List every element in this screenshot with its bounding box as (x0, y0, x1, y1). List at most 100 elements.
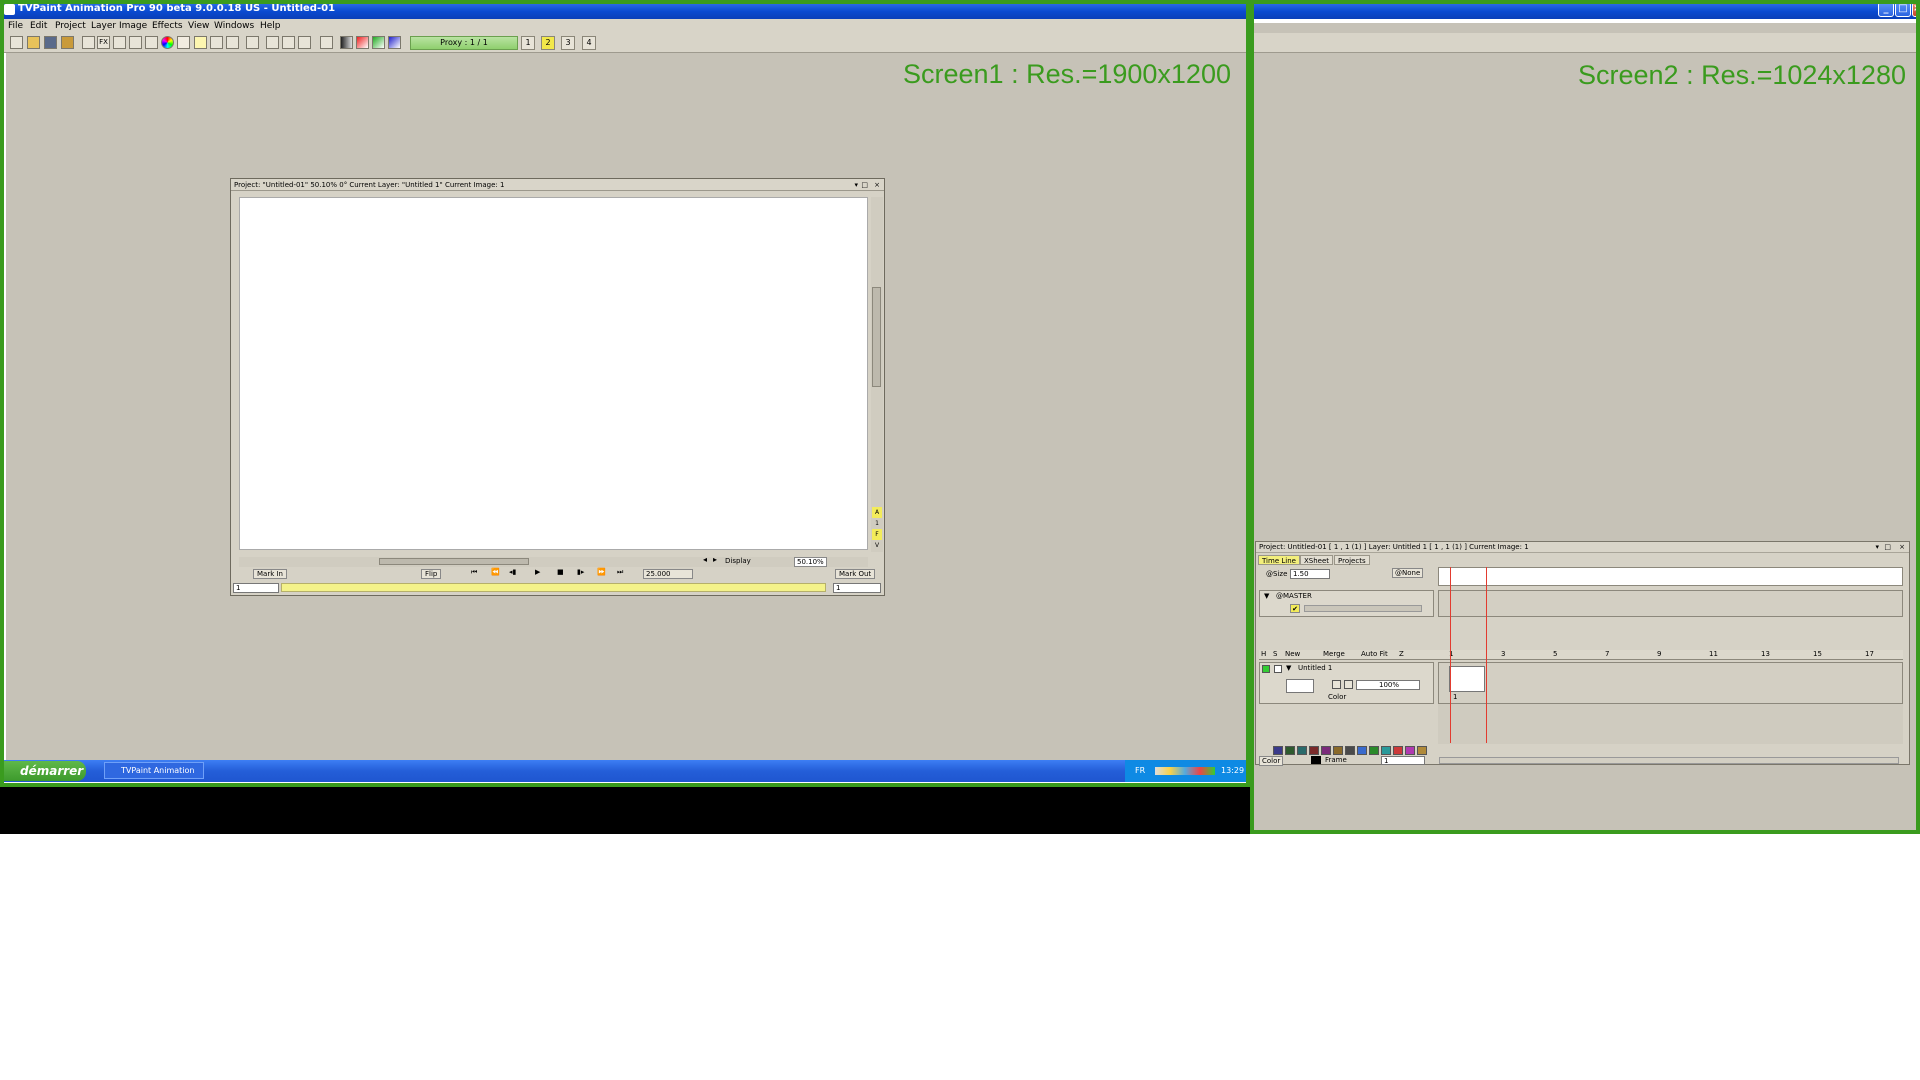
flip-button[interactable]: Flip (421, 569, 442, 579)
start-button[interactable]: démarrer (2, 761, 86, 781)
color-swatch[interactable] (1321, 746, 1331, 755)
page-button-1[interactable]: 1 (521, 36, 535, 50)
header-s[interactable]: S (1273, 650, 1277, 658)
view4-icon[interactable] (320, 36, 333, 49)
drawing-canvas[interactable] (239, 197, 868, 550)
open-icon[interactable] (27, 36, 40, 49)
step-forward-icon[interactable]: ▮▸ (577, 568, 584, 576)
layers-icon[interactable] (145, 36, 158, 49)
view3-icon[interactable] (298, 36, 311, 49)
timeline-close-icon[interactable]: × (1899, 542, 1905, 553)
blue-gradient-icon[interactable] (388, 36, 401, 49)
menu-image[interactable]: Image (119, 21, 147, 31)
vertical-scrollbar[interactable]: A 1 F V (871, 197, 883, 552)
timeline-horizontal-scrollbar[interactable] (1439, 757, 1899, 764)
project-window-close-icon[interactable]: × (874, 179, 880, 191)
side-letter-a[interactable]: A (872, 507, 882, 518)
color-swatch[interactable] (1333, 746, 1343, 755)
light-icon[interactable] (194, 36, 207, 49)
red-gradient-icon[interactable] (356, 36, 369, 49)
color-swatch[interactable] (1369, 746, 1379, 755)
display-dropdown[interactable]: Display (725, 557, 751, 565)
view2-icon[interactable] (282, 36, 295, 49)
tab-time-line[interactable]: Time Line (1258, 555, 1300, 565)
page-button-3[interactable]: 3 (561, 36, 575, 50)
color-swatch[interactable] (1417, 746, 1427, 755)
out-frame-field[interactable]: 1 (833, 583, 881, 593)
fast-forward-icon[interactable]: ⏩ (597, 568, 606, 576)
timeline-window-title[interactable]: Project: Untitled-01 [ 1 , 1 (1) ] Layer… (1256, 542, 1909, 553)
play-button-icon[interactable]: ▶ (535, 568, 540, 576)
layer-expand-icon[interactable]: ▼ (1286, 664, 1291, 672)
rewind-icon[interactable]: ⏪ (491, 568, 500, 576)
taskbar-item-tvpaint[interactable]: TVPaint Animation Pr... (104, 762, 204, 790)
proxy-indicator[interactable]: Proxy : 1 / 1 (410, 36, 518, 50)
master-check-icon[interactable]: ✔ (1290, 604, 1300, 613)
step-back-icon[interactable]: ◂▮ (509, 568, 516, 576)
timeline-range-bar[interactable] (281, 583, 826, 592)
play-icon[interactable] (129, 36, 142, 49)
project-window-title[interactable]: Project: "Untitled-01" 50.10% 0° Current… (231, 179, 884, 191)
view-icon[interactable] (266, 36, 279, 49)
minimize-button[interactable]: _ (1878, 2, 1894, 17)
frame-field[interactable]: 1 (1381, 756, 1425, 765)
menu-view[interactable]: View (188, 21, 209, 31)
page-button-4[interactable]: 4 (582, 36, 596, 50)
in-frame-field[interactable]: 1 (233, 583, 279, 593)
master-slider[interactable] (1304, 605, 1422, 612)
vertical-scroll-thumb[interactable] (872, 287, 881, 387)
layer-track[interactable]: 1 (1438, 662, 1903, 704)
save-as-icon[interactable] (61, 36, 74, 49)
last-frame-icon[interactable]: ⏭ (617, 568, 623, 577)
header-z[interactable]: Z (1399, 650, 1404, 658)
side-letter-1[interactable]: 1 (872, 518, 882, 529)
app-title-bar[interactable]: TVPaint Animation Pro 90 beta 9.0.0.18 U… (0, 0, 1920, 19)
save-icon[interactable] (44, 36, 57, 49)
color-swatch[interactable] (1357, 746, 1367, 755)
menu-effects[interactable]: Effects (152, 21, 183, 31)
side-letter-f[interactable]: F (872, 529, 882, 540)
current-color-swatch[interactable] (1311, 756, 1321, 764)
header-h[interactable]: H (1261, 650, 1266, 658)
prev-arrow-icon[interactable]: ◂ (703, 555, 707, 564)
fx-icon[interactable]: FX (97, 36, 110, 49)
maximize-button[interactable]: □ (1895, 2, 1911, 17)
crosshair-icon[interactable] (226, 36, 239, 49)
color-swatch[interactable] (1297, 746, 1307, 755)
size-field[interactable]: 1.50 (1290, 569, 1330, 579)
side-letter-v[interactable]: V (872, 540, 882, 551)
language-indicator[interactable]: FR (1135, 760, 1145, 782)
color-swatch[interactable] (1273, 746, 1283, 755)
auto-fit-dropdown[interactable]: Auto Fit (1361, 650, 1388, 658)
layer-row[interactable]: ▼ Untitled 1 100% Color (1259, 662, 1434, 704)
tab-projects[interactable]: Projects (1334, 555, 1370, 565)
master-track[interactable] (1438, 590, 1903, 617)
color-swatch[interactable] (1345, 746, 1355, 755)
timeline-top-track[interactable] (1438, 567, 1903, 586)
close-button[interactable]: × (1912, 2, 1920, 17)
project-window-restore-icon[interactable]: □ (861, 179, 868, 191)
menu-project[interactable]: Project (55, 21, 86, 31)
zoom-field[interactable]: 50.10% (794, 557, 827, 567)
layer-opacity-field[interactable]: 100% (1356, 680, 1420, 690)
page-button-2[interactable]: 2 (541, 36, 555, 50)
palette-icon[interactable] (177, 36, 190, 49)
color-swatch[interactable] (1285, 746, 1295, 755)
next-arrow-icon[interactable]: ▸ (713, 555, 717, 564)
menu-layer[interactable]: Layer (91, 21, 116, 31)
menu-windows[interactable]: Windows (214, 21, 254, 31)
master-layer-row[interactable]: ▼ @MASTER ✔ (1259, 590, 1434, 617)
layer-lock-icon[interactable] (1332, 680, 1341, 689)
master-expand-icon[interactable]: ▼ (1264, 592, 1269, 600)
merge-dropdown[interactable]: Merge (1323, 650, 1345, 658)
tab-xsheet[interactable]: XSheet (1300, 555, 1334, 565)
layer-thumbnail[interactable] (1286, 679, 1314, 693)
color-swatch[interactable] (1405, 746, 1415, 755)
menu-help[interactable]: Help (260, 21, 281, 31)
grid-icon[interactable] (210, 36, 223, 49)
timeline-window[interactable]: Project: Untitled-01 [ 1 , 1 (1) ] Layer… (1255, 541, 1910, 766)
tray-icons[interactable] (1155, 767, 1215, 775)
horizontal-scroll-thumb[interactable] (379, 558, 529, 565)
layer-solo-icon[interactable] (1274, 665, 1282, 673)
new-layer-dropdown[interactable]: New (1285, 650, 1300, 658)
